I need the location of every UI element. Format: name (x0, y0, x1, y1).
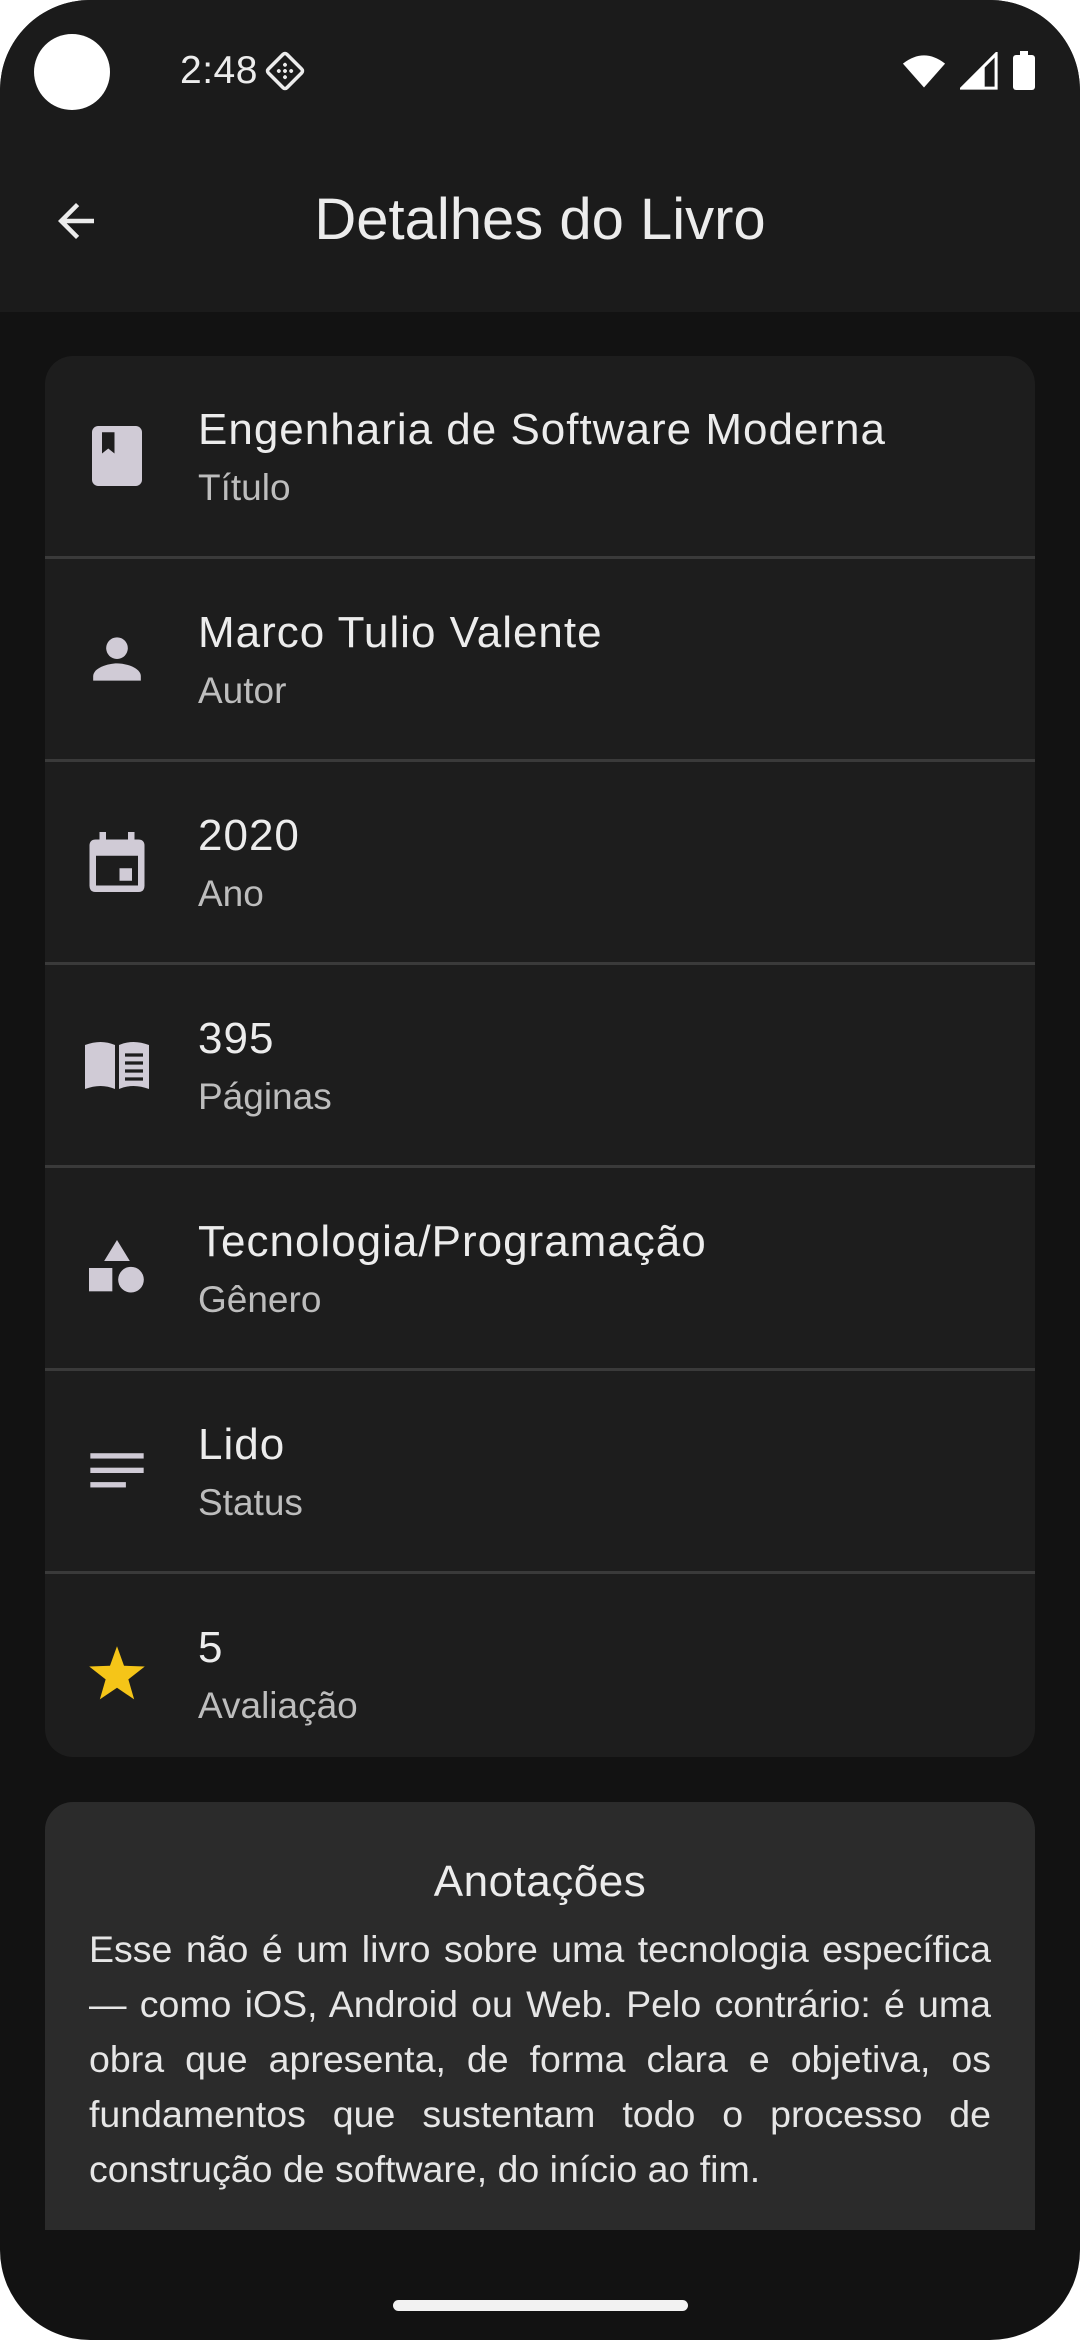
wifi-icon (902, 55, 946, 88)
pages-label: Páginas (198, 1076, 332, 1117)
notes-card: Anotações Esse não é um livro sobre uma … (45, 1802, 1035, 2230)
year-label: Ano (198, 873, 264, 914)
status-bar: 2:48 (0, 0, 1080, 130)
status-label: Status (198, 1482, 303, 1523)
author-value: Marco Tulio Valente (198, 608, 603, 657)
gear-icon (265, 51, 305, 91)
book-details-card: Engenharia de Software Moderna Título Ma… (45, 356, 1035, 1757)
app-bar: Detalhes do Livro (0, 130, 1080, 312)
status-time: 2:48 (180, 49, 258, 92)
detail-row-title: Engenharia de Software Moderna Título (45, 356, 1035, 559)
open-book-icon (85, 1042, 149, 1089)
title-value: Engenharia de Software Moderna (198, 405, 886, 454)
author-label: Autor (198, 670, 287, 711)
detail-row-genre: Tecnologia/Programação Gênero (45, 1168, 1035, 1371)
phone-screen: 2:48 Detalhes do Livro Engenharia de Sof… (0, 0, 1080, 2340)
status-value: Lido (198, 1420, 286, 1469)
star-icon (89, 1646, 145, 1700)
signal-icon (960, 52, 998, 90)
notes-title: Anotações (433, 1857, 647, 1906)
battery-icon (1013, 51, 1035, 90)
year-value: 2020 (198, 811, 300, 860)
genre-value: Tecnologia/Programação (198, 1217, 707, 1266)
detail-row-rating: 5 Avaliação (45, 1574, 1035, 1757)
scroll-content[interactable]: Engenharia de Software Moderna Título Ma… (0, 312, 1080, 2230)
book-icon (92, 426, 142, 486)
person-icon (93, 637, 141, 681)
genre-label: Gênero (198, 1279, 322, 1320)
notes-lines-icon (90, 1453, 144, 1488)
page-title: Detalhes do Livro (314, 187, 766, 252)
notes-text: Esse não é um livro sobre uma tecnologia… (89, 1928, 991, 2190)
camera-cutout (34, 34, 110, 110)
detail-row-status: Lido Status (45, 1371, 1035, 1574)
detail-row-year: 2020 Ano (45, 762, 1035, 965)
pages-value: 395 (198, 1014, 275, 1063)
detail-row-author: Marco Tulio Valente Autor (45, 559, 1035, 762)
home-gesture-bar[interactable] (393, 2300, 688, 2311)
category-shapes-icon (89, 1240, 144, 1293)
calendar-icon (89, 832, 145, 892)
rating-label: Avaliação (198, 1685, 358, 1726)
title-label: Título (198, 467, 291, 508)
detail-row-pages: 395 Páginas (45, 965, 1035, 1168)
rating-value: 5 (198, 1623, 224, 1672)
